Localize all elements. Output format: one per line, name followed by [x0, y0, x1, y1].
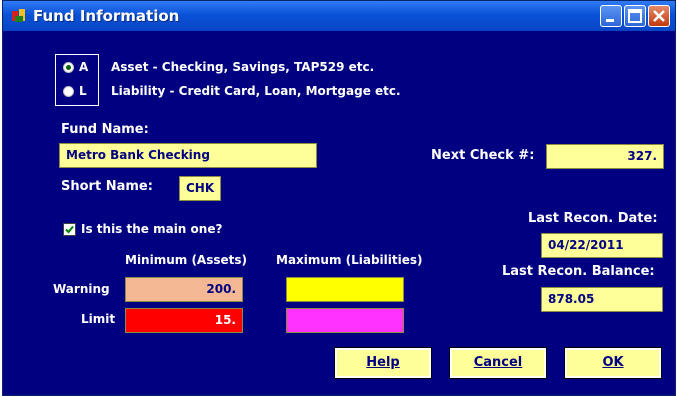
close-icon — [653, 10, 665, 22]
last-recon-date-label: Last Recon. Date: — [528, 211, 658, 226]
window-title: Fund Information — [33, 7, 180, 25]
fund-name-label: Fund Name: — [61, 122, 149, 137]
next-check-label: Next Check #: — [431, 148, 535, 163]
radio-liability[interactable] — [63, 86, 74, 97]
radio-asset[interactable] — [63, 62, 74, 73]
close-button[interactable] — [648, 5, 670, 27]
last-recon-date-input[interactable]: 04/22/2011 — [541, 233, 663, 258]
help-button[interactable]: Help — [334, 347, 432, 379]
next-check-input[interactable]: 327. — [546, 144, 664, 169]
radio-liability-letter: L — [79, 84, 87, 98]
liability-description: Liability - Credit Card, Loan, Mortgage … — [111, 84, 401, 98]
warning-minimum-input[interactable]: 200. — [125, 277, 243, 302]
main-one-checkbox[interactable] — [63, 223, 76, 236]
warning-label: Warning — [53, 282, 110, 296]
minimum-header: Minimum (Assets) — [125, 253, 247, 267]
limit-maximum-input[interactable] — [286, 308, 404, 333]
cancel-button[interactable]: Cancel — [449, 347, 547, 379]
short-name-input[interactable]: CHK — [179, 176, 221, 201]
radio-asset-letter: A — [79, 60, 89, 74]
maximize-button[interactable] — [624, 5, 646, 27]
limit-minimum-input[interactable]: 15. — [125, 308, 243, 333]
maximize-icon — [628, 9, 642, 23]
short-name-label: Short Name: — [61, 179, 153, 194]
last-recon-balance-label: Last Recon. Balance: — [502, 264, 655, 279]
fund-information-window: Fund Information A L Asset - Checking, S… — [2, 0, 676, 396]
title-bar[interactable]: Fund Information — [3, 1, 675, 31]
last-recon-balance-input[interactable]: 878.05 — [541, 287, 663, 312]
app-icon — [12, 9, 25, 22]
ok-button[interactable]: OK — [564, 347, 662, 379]
minimize-icon — [606, 19, 614, 22]
fund-type-group — [55, 54, 99, 106]
checkmark-icon — [65, 225, 74, 234]
main-one-label: Is this the main one? — [81, 222, 223, 236]
maximum-header: Maximum (Liabilities) — [276, 253, 423, 267]
minimize-button[interactable] — [600, 5, 622, 27]
asset-description: Asset - Checking, Savings, TAP529 etc. — [111, 60, 375, 74]
fund-name-input[interactable]: Metro Bank Checking — [59, 143, 317, 168]
warning-maximum-input[interactable] — [286, 277, 404, 302]
limit-label: Limit — [81, 312, 116, 326]
radio-selected-dot — [66, 65, 71, 70]
